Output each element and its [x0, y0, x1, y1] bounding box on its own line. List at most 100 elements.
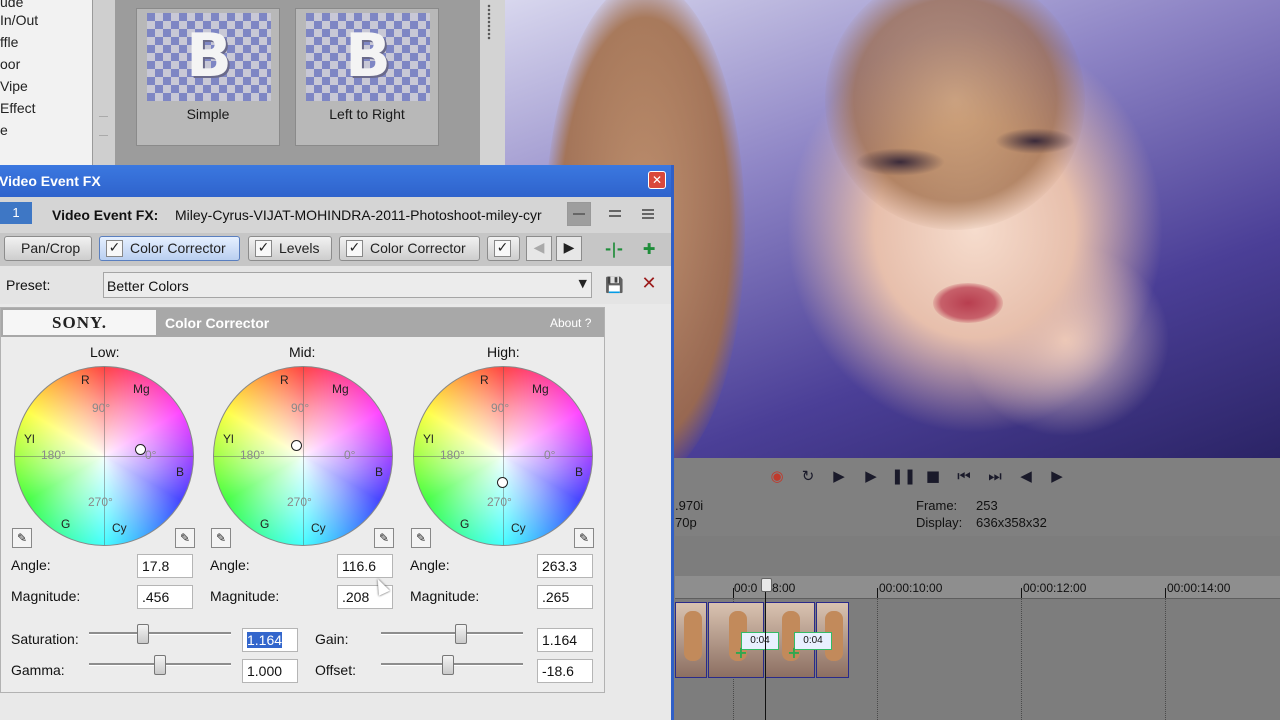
splitter-grip-icon[interactable] [99, 116, 108, 136]
gain-slider[interactable] [381, 624, 523, 644]
enable-checkbox[interactable]: ✓ [106, 240, 123, 257]
panel-splitter[interactable] [93, 0, 115, 165]
next-frame-icon[interactable]: ▶ [1046, 465, 1068, 487]
list-item[interactable]: ffle [0, 34, 18, 50]
delete-preset-icon[interactable]: ✕ [640, 275, 658, 293]
list-item[interactable]: Vipe [0, 78, 28, 94]
timeline: 00:0 8:00 00:00:10:00 00:00:12:00 00:00:… [675, 536, 1280, 720]
offset-field[interactable]: -18.6 [537, 659, 593, 683]
wheel-deg-0: 0° [145, 448, 157, 462]
mid-wheel-handle[interactable] [291, 440, 302, 451]
chevron-down-icon[interactable]: ▼ [579, 277, 587, 290]
list-item[interactable]: In/Out [0, 12, 38, 28]
view-split-icon[interactable] [603, 202, 627, 226]
play-from-start-icon[interactable]: ▶ [828, 465, 850, 487]
transport-bar: ◉ ↻ ▶ ▶ ❚❚ ■ ⏮ ⏭ ◀ ▶ [675, 458, 1280, 494]
save-preset-icon[interactable]: 💾 [605, 276, 624, 294]
slider-thumb[interactable] [154, 655, 166, 675]
mid-angle-field[interactable]: 116.6 [337, 554, 393, 578]
view-single-icon[interactable] [567, 202, 591, 226]
list-item[interactable]: oor [0, 56, 20, 72]
eyedropper-icon[interactable]: ✎ [374, 528, 394, 548]
high-angle-field[interactable]: 263.3 [537, 554, 593, 578]
plugin-chip-levels[interactable]: ✓ Levels [248, 236, 332, 261]
loop-icon[interactable]: ↻ [797, 465, 819, 487]
wheel-label-b: B [375, 465, 384, 479]
pause-icon[interactable]: ❚❚ [891, 465, 916, 487]
close-icon[interactable]: ✕ [648, 171, 666, 189]
transition-thumbnail-simple[interactable]: B Simple [136, 8, 280, 146]
wheel-label-cy: Cy [112, 521, 127, 535]
low-magnitude-field[interactable]: .456 [137, 585, 193, 609]
high-magnitude-field[interactable]: .265 [537, 585, 593, 609]
eyedropper-icon[interactable]: ✎ [175, 528, 195, 548]
slider-thumb[interactable] [136, 624, 149, 644]
eyedropper-icon[interactable]: ✎ [411, 528, 431, 548]
stop-icon[interactable]: ■ [922, 465, 944, 487]
transition-label: Left to Right [329, 106, 405, 122]
chain-scroll-right-icon[interactable]: ▶ [556, 236, 582, 261]
low-angle-field[interactable]: 17.8 [137, 554, 193, 578]
enable-checkbox[interactable]: ✓ [346, 240, 363, 257]
wheel-label-g: G [260, 517, 270, 531]
wheel-deg-90: 90° [92, 401, 111, 415]
preview-info: .970i 70p Frame: 253 Display: 636x358x32 [675, 494, 1280, 536]
gamma-slider[interactable] [89, 655, 231, 675]
gain-field[interactable]: 1.164 [537, 628, 593, 652]
high-wheel-handle[interactable] [497, 477, 508, 488]
plugin-chip-label: Levels [279, 240, 320, 256]
sony-logo: SONY. [3, 310, 156, 335]
saturation-field[interactable]: 1.164 [242, 628, 298, 652]
eyedropper-icon[interactable]: ✎ [574, 528, 594, 548]
preview-rate: 70p [675, 515, 697, 530]
wheel-label-yl: Yl [223, 432, 234, 446]
preset-row: Preset: Better Colors ▼ 💾 ✕ [0, 266, 671, 304]
video-clip[interactable] [675, 602, 707, 678]
enable-checkbox[interactable]: ✓ [255, 240, 272, 257]
offset-slider[interactable] [381, 655, 523, 675]
playhead[interactable] [765, 580, 766, 720]
saturation-label: Saturation: [11, 631, 79, 647]
mid-color-wheel[interactable]: R Mg B Cy G Yl 90° 180° 0° 270° [213, 366, 393, 546]
window-titlebar[interactable]: Video Event FX ✕ [0, 165, 671, 197]
playhead-handle[interactable] [761, 578, 772, 592]
remove-plugin-icon[interactable]: ✚ [638, 239, 660, 259]
plugin-chain-icon[interactable]: -|- [603, 239, 625, 259]
low-wheel-handle[interactable] [135, 444, 146, 455]
previous-frame-icon[interactable]: ◀ [1015, 465, 1037, 487]
slider-thumb[interactable] [454, 624, 467, 644]
docking-grip[interactable] [480, 0, 505, 165]
eyedropper-icon[interactable]: ✎ [12, 528, 32, 548]
transition-thumbnail-left-to-right[interactable]: B Left to Right [295, 8, 439, 146]
transition-add-icon[interactable]: + [734, 645, 748, 661]
list-item[interactable]: Effect [0, 100, 36, 116]
about-button[interactable]: About ? [550, 316, 591, 330]
plugin-chip-color-corrector[interactable]: ✓ Color Corrector [99, 236, 240, 261]
low-wheel-label: Low: [90, 344, 120, 360]
list-item[interactable]: ude [0, 0, 23, 10]
wheel-label-g: G [61, 517, 71, 531]
plugin-title: Color Corrector [165, 315, 270, 331]
ruler-label: 00:00:14:00 [1167, 581, 1231, 595]
go-to-start-icon[interactable]: ⏮ [953, 465, 975, 487]
preset-dropdown[interactable]: Better Colors ▼ [103, 272, 592, 298]
plugin-chip-partial[interactable]: ✓ [487, 236, 520, 261]
high-color-wheel[interactable]: R Mg B Cy G Yl 90° 180° 0° 270° [413, 366, 593, 546]
plugin-chip-color-corrector-2[interactable]: ✓ Color Corrector [339, 236, 480, 261]
low-color-wheel[interactable]: R Mg B Cy G Yl 90° 180° 0° 270° [14, 366, 194, 546]
plugin-chip-pan-crop[interactable]: Pan/Crop [4, 236, 92, 261]
slider-thumb[interactable] [441, 655, 454, 675]
enable-checkbox[interactable]: ✓ [494, 240, 511, 257]
gamma-field[interactable]: 1.000 [242, 659, 298, 683]
view-grid-icon[interactable] [636, 202, 660, 226]
chain-scroll-left-icon[interactable]: ◀ [526, 236, 552, 261]
record-icon[interactable]: ◉ [766, 465, 788, 487]
saturation-slider[interactable] [89, 624, 231, 644]
transition-add-icon[interactable]: + [787, 645, 801, 661]
list-item[interactable]: e [0, 122, 8, 138]
wheel-label-g: G [460, 517, 470, 531]
go-to-end-icon[interactable]: ⏭ [984, 465, 1006, 487]
play-icon[interactable]: ▶ [860, 465, 882, 487]
high-magnitude-label: Magnitude: [410, 588, 480, 604]
eyedropper-icon[interactable]: ✎ [211, 528, 231, 548]
